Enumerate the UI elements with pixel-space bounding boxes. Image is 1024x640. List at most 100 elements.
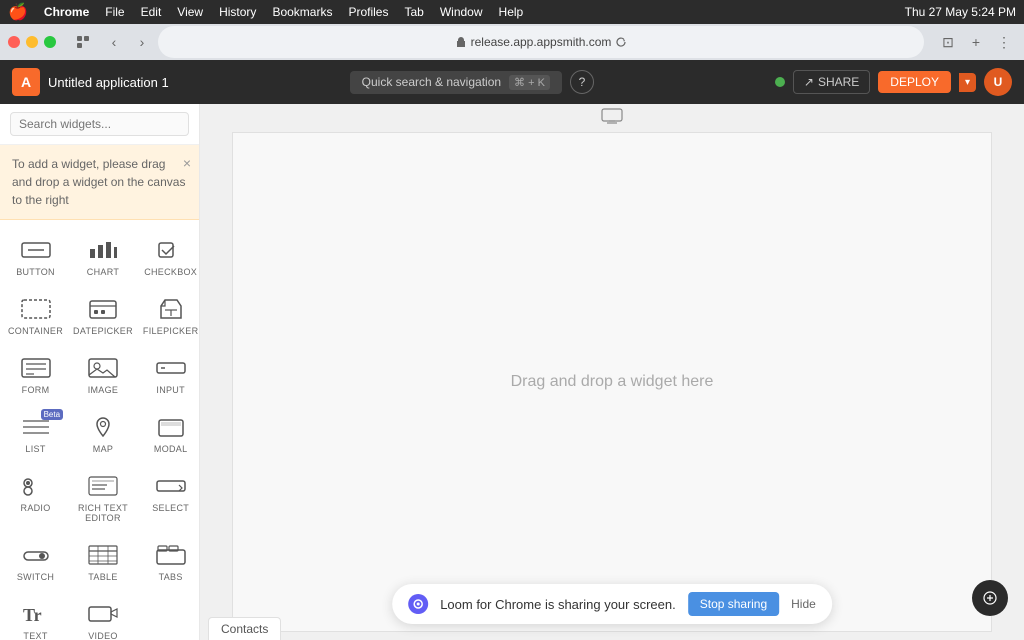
image-widget-icon (87, 354, 119, 382)
widget-switch[interactable]: SWITCH (4, 533, 67, 590)
button-widget-label: BUTTON (16, 267, 55, 277)
checkbox-widget-icon (155, 236, 187, 264)
app-logo[interactable]: A (12, 68, 40, 96)
loom-icon (408, 594, 428, 614)
widget-select[interactable]: SELECT (139, 464, 200, 531)
widget-chart[interactable]: CHART (69, 228, 137, 285)
bookmarks-menu[interactable]: Bookmarks (272, 5, 332, 19)
deploy-button[interactable]: DEPLOY (878, 71, 951, 93)
back-button[interactable]: ‹ (102, 30, 126, 54)
canvas-device-icon (601, 108, 623, 129)
forward-button[interactable]: › (130, 30, 154, 54)
new-tab-button[interactable]: + (964, 30, 988, 54)
help-button[interactable]: ? (570, 70, 594, 94)
page-tabs: Contacts (208, 617, 281, 640)
chrome-menu[interactable]: Chrome (44, 5, 89, 19)
history-menu[interactable]: History (219, 5, 256, 19)
maximize-button[interactable] (44, 36, 56, 48)
checkbox-widget-label: CHECKBOX (144, 267, 197, 277)
square-icon-btn[interactable] (68, 31, 98, 53)
search-input[interactable] (10, 112, 189, 136)
chart-widget-icon (87, 236, 119, 264)
close-button[interactable] (8, 36, 20, 48)
input-widget-icon (155, 354, 187, 382)
widget-datepicker[interactable]: DATEPICKER (69, 287, 137, 344)
address-bar[interactable]: release.app.appsmith.com (158, 26, 924, 58)
share-button[interactable]: ↗ SHARE (793, 70, 870, 94)
drag-hint-close[interactable]: × (183, 153, 191, 174)
search-nav-label: Quick search & navigation (362, 75, 501, 89)
profiles-menu[interactable]: Profiles (348, 5, 388, 19)
widget-container[interactable]: CONTAINER (4, 287, 67, 344)
mac-topbar: 🍎 Chrome File Edit View History Bookmark… (0, 0, 1024, 24)
filepicker-widget-label: FILEPICKER (143, 326, 199, 336)
widget-table[interactable]: TABLE (69, 533, 137, 590)
floating-action-button[interactable] (972, 580, 1008, 616)
lock-icon (455, 36, 467, 48)
main-area: To add a widget, please drag and drop a … (0, 104, 1024, 640)
table-widget-icon (87, 541, 119, 569)
mac-menu: Chrome File Edit View History Bookmarks … (44, 5, 523, 19)
avatar[interactable]: U (984, 68, 1012, 96)
rte-widget-icon (87, 472, 119, 500)
switch-widget-label: SWITCH (17, 572, 54, 582)
more-button[interactable]: ⋮ (992, 30, 1016, 54)
drop-hint-text: Drag and drop a widget here (511, 373, 714, 391)
stop-sharing-button[interactable]: Stop sharing (688, 592, 779, 616)
form-widget-label: FORM (22, 385, 50, 395)
radio-widget-label: RADIO (21, 503, 51, 513)
help-label: ? (579, 75, 586, 89)
widget-radio[interactable]: RADIO (4, 464, 67, 531)
drag-hint: To add a widget, please drag and drop a … (0, 145, 199, 220)
window-menu[interactable]: Window (440, 5, 483, 19)
widget-input[interactable]: INPUT (139, 346, 200, 403)
mac-topbar-right: Thu 27 May 5:24 PM (905, 5, 1016, 19)
deploy-dropdown-button[interactable]: ▾ (959, 73, 976, 92)
chart-widget-label: CHART (87, 267, 119, 277)
video-widget-icon (87, 600, 119, 628)
modal-widget-label: MODAL (154, 444, 188, 454)
widget-rte[interactable]: RICH TEXT EDITOR (69, 464, 137, 531)
select-widget-icon (155, 472, 187, 500)
view-menu[interactable]: View (177, 5, 203, 19)
widget-map[interactable]: MAP (69, 405, 137, 462)
beta-badge: Beta (41, 409, 63, 420)
widget-checkbox[interactable]: CHECKBOX (139, 228, 200, 285)
list-widget-label: LIST (25, 444, 45, 454)
modal-widget-icon (155, 413, 187, 441)
tab-menu[interactable]: Tab (404, 5, 423, 19)
button-widget-icon (20, 236, 52, 264)
canvas-page: Drag and drop a widget here (232, 132, 992, 632)
widget-button[interactable]: BUTTON (4, 228, 67, 285)
widget-list[interactable]: Beta LIST (4, 405, 67, 462)
search-shortcut: ⌘ + K (509, 75, 550, 90)
status-dot (775, 77, 785, 87)
widget-form[interactable]: FORM (4, 346, 67, 403)
apple-icon[interactable]: 🍎 (8, 2, 28, 22)
cast-button[interactable]: ⊡ (936, 30, 960, 54)
svg-text:Tr: Tr (23, 605, 42, 625)
chrome-controls: ⊡ + ⋮ (936, 30, 1016, 54)
file-menu[interactable]: File (105, 5, 124, 19)
page-tab-contacts[interactable]: Contacts (208, 617, 281, 640)
reload-icon[interactable] (615, 36, 627, 48)
widget-image[interactable]: IMAGE (69, 346, 137, 403)
widget-video[interactable]: VIDEO (69, 592, 137, 640)
widget-tabs[interactable]: TABS (139, 533, 200, 590)
widget-modal[interactable]: MODAL (139, 405, 200, 462)
app-title: Untitled application 1 (48, 75, 169, 90)
mac-time: Thu 27 May 5:24 PM (905, 5, 1016, 19)
edit-menu[interactable]: Edit (141, 5, 162, 19)
minimize-button[interactable] (26, 36, 38, 48)
canvas-toolbar (597, 104, 627, 132)
hide-button[interactable]: Hide (791, 597, 816, 611)
help-menu[interactable]: Help (499, 5, 524, 19)
search-nav[interactable]: Quick search & navigation ⌘ + K (350, 71, 562, 94)
widget-filepicker[interactable]: FILEPICKER (139, 287, 200, 344)
drag-hint-text: To add a widget, please drag and drop a … (12, 157, 185, 207)
map-widget-label: MAP (93, 444, 113, 454)
switch-widget-icon (20, 541, 52, 569)
video-widget-label: VIDEO (88, 631, 118, 640)
widget-text[interactable]: Tr TEXT (4, 592, 67, 640)
map-widget-icon (87, 413, 119, 441)
